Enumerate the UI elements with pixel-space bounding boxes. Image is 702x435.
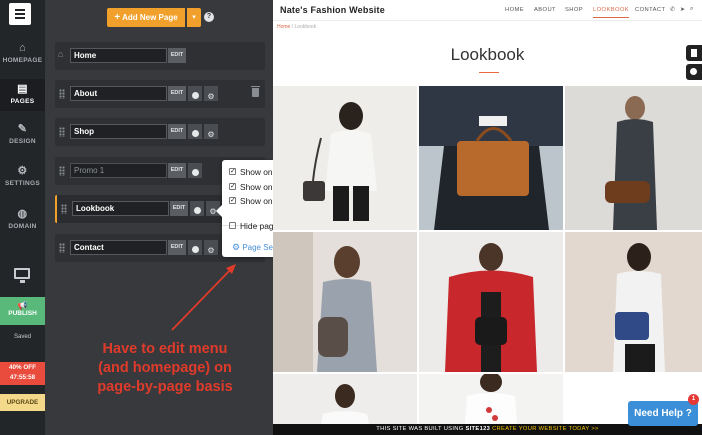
breadcrumb-home[interactable]: Home	[277, 24, 290, 30]
annotation-line: (and homepage) on	[98, 360, 232, 376]
lookbook-photo[interactable]	[565, 232, 702, 372]
annotation-line: Have to edit menu	[102, 341, 228, 357]
lookbook-photo[interactable]	[273, 232, 417, 372]
photo-image	[419, 232, 563, 372]
phone-icon[interactable]: ✆	[670, 6, 675, 13]
page-icon[interactable]	[686, 45, 702, 61]
palette-icon[interactable]	[686, 64, 702, 80]
photo-image	[419, 86, 563, 230]
notification-badge: 1	[688, 394, 699, 405]
photo-image	[419, 374, 563, 424]
photo-image	[565, 86, 702, 230]
photo-image	[273, 232, 417, 372]
title-underline	[479, 72, 499, 73]
nav-home[interactable]: HOME	[505, 7, 524, 13]
photo-image	[273, 86, 417, 230]
breadcrumb: Home / Lookbook	[277, 24, 316, 30]
nav-contact[interactable]: CONTACT	[635, 7, 665, 13]
lookbook-photo[interactable]	[419, 232, 563, 372]
breadcrumb-current: Lookbook	[294, 24, 317, 30]
lookbook-photo[interactable]	[419, 86, 563, 230]
annotation-line: page-by-page basis	[97, 379, 233, 395]
nav-lookbook[interactable]: LOOKBOOK	[593, 7, 630, 18]
site-preview: Nate's Fashion Website HOME ABOUT SHOP L…	[273, 0, 702, 435]
photo-image	[273, 374, 417, 424]
breadcrumb-separator: /	[291, 24, 294, 30]
nav-shop[interactable]: SHOP	[565, 7, 583, 13]
annotation-text: Have to edit menu (and homepage) on page…	[60, 340, 270, 397]
banner-brand: SITE123	[465, 426, 491, 432]
lookbook-photo[interactable]	[273, 86, 417, 230]
page-title: Lookbook	[450, 45, 525, 64]
site-header: Nate's Fashion Website HOME ABOUT SHOP L…	[273, 0, 702, 21]
site-logo[interactable]: Nate's Fashion Website	[280, 5, 385, 15]
lookbook-photo[interactable]	[273, 374, 417, 424]
need-help-button[interactable]: Need Help ?	[628, 401, 698, 426]
send-icon[interactable]: ➤	[680, 6, 685, 13]
banner-cta[interactable]: CREATE YOUR WEBSITE TODAY >>	[492, 426, 599, 432]
lookbook-photo[interactable]	[565, 86, 702, 230]
search-icon[interactable]: ⌕	[690, 6, 693, 13]
lookbook-photo[interactable]	[419, 374, 563, 424]
nav-about[interactable]: ABOUT	[534, 7, 556, 13]
photo-image	[565, 232, 702, 372]
banner-text: THIS SITE WAS BUILT USING	[376, 426, 464, 432]
